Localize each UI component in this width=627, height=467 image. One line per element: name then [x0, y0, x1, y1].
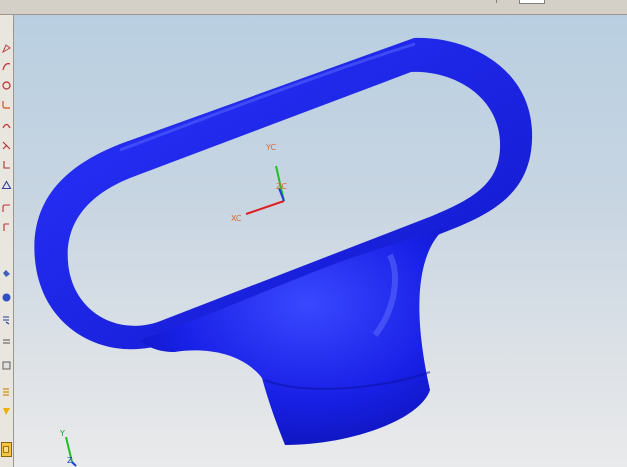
wcs-z-label: ZC [276, 182, 287, 191]
wcs-x-label: XC [231, 214, 242, 223]
trim-icon[interactable] [1, 139, 12, 152]
wcs-y-label: YC [265, 143, 276, 152]
cylinder-icon[interactable] [1, 336, 12, 349]
circle-icon[interactable] [1, 79, 12, 92]
sketch-icon[interactable] [1, 42, 12, 55]
bend-icon[interactable] [1, 158, 12, 171]
window-control-box[interactable] [519, 0, 545, 4]
shape-icon[interactable] [1, 291, 12, 304]
view-z-label: Z [67, 456, 73, 465]
wcs-triad: XC YC ZC [231, 143, 287, 223]
arc-icon[interactable] [1, 119, 12, 132]
spline-icon[interactable] [1, 202, 12, 215]
curve-icon[interactable] [1, 60, 12, 73]
fillet-icon[interactable] [1, 98, 12, 111]
line-icon[interactable] [1, 313, 12, 326]
window-control[interactable] [496, 0, 517, 3]
sphere-icon[interactable] [1, 267, 12, 280]
palette-icon[interactable] [1, 405, 12, 418]
layer-icon[interactable] [1, 221, 12, 234]
left-toolbar [0, 15, 14, 467]
part-model: XC YC ZC Y Z [34, 37, 533, 467]
title-bar [0, 0, 627, 15]
part-icon[interactable] [1, 385, 12, 398]
view-triad: Y Z [59, 429, 77, 467]
graphics-viewport[interactable]: XC YC ZC Y Z [14, 15, 627, 467]
stack-icon[interactable] [1, 359, 12, 372]
polygon-icon[interactable] [1, 179, 12, 192]
handle-stem[interactable] [140, 228, 445, 445]
selected-tool-icon[interactable] [1, 442, 12, 457]
view-y-label: Y [59, 429, 65, 438]
